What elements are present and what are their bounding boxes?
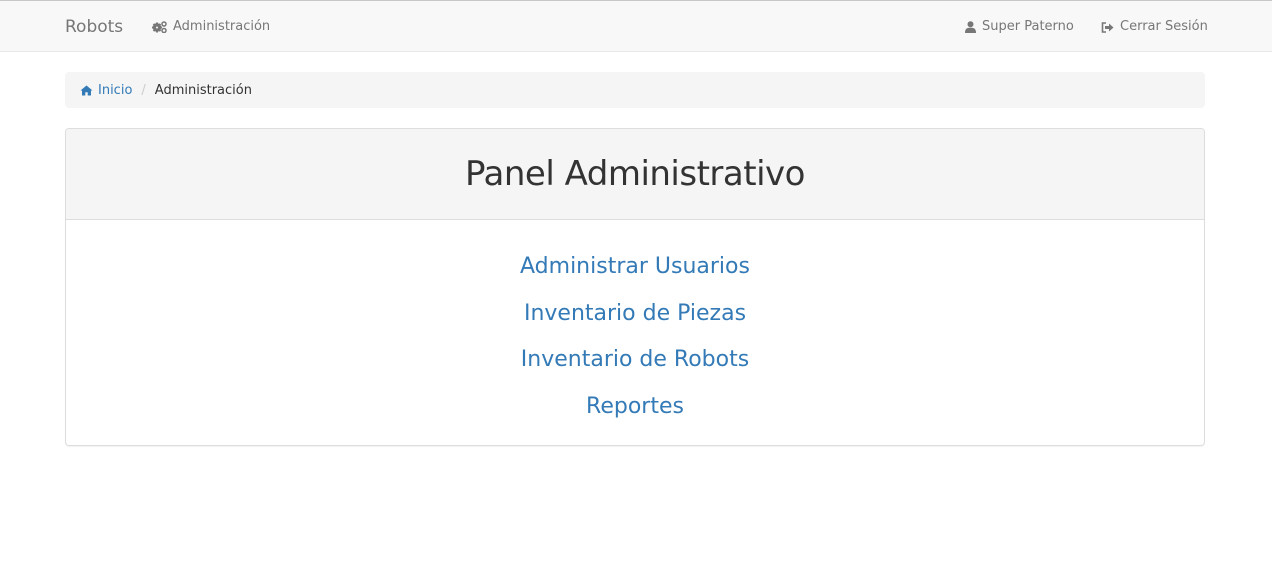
nav-admin-label: Administración: [173, 19, 271, 34]
admin-panel: Panel Administrativo Administrar Usuario…: [65, 128, 1205, 446]
link-inventario-piezas[interactable]: Inventario de Piezas: [524, 297, 746, 344]
link-administrar-usuarios[interactable]: Administrar Usuarios: [520, 250, 750, 297]
navbar-brand[interactable]: Robots: [65, 16, 123, 38]
sign-out-icon: [1101, 21, 1114, 33]
link-inventario-robots[interactable]: Inventario de Robots: [521, 343, 749, 390]
nav-item-administracion[interactable]: Administración: [152, 18, 270, 36]
panel-heading: Panel Administrativo: [66, 129, 1204, 220]
nav-user-label: Super Paterno: [982, 19, 1074, 34]
user-icon: [965, 21, 976, 33]
navbar: Robots Administración Super Paterno Cerr…: [0, 0, 1272, 52]
nav-item-logout[interactable]: Cerrar Sesión: [1101, 18, 1208, 36]
breadcrumb-separator: /: [141, 82, 146, 98]
page-title: Panel Administrativo: [465, 154, 805, 194]
link-reportes[interactable]: Reportes: [586, 390, 684, 437]
nav-item-user[interactable]: Super Paterno: [965, 18, 1074, 36]
home-icon: [80, 85, 93, 95]
breadcrumb-home-label: Inicio: [98, 82, 133, 98]
cogs-icon: [152, 21, 167, 33]
panel-body: Administrar Usuarios Inventario de Pieza…: [66, 220, 1204, 436]
breadcrumb: Inicio / Administración: [65, 72, 1205, 108]
nav-logout-label: Cerrar Sesión: [1120, 19, 1208, 34]
breadcrumb-home-link[interactable]: Inicio: [80, 83, 132, 98]
breadcrumb-current: Administración: [154, 82, 252, 98]
